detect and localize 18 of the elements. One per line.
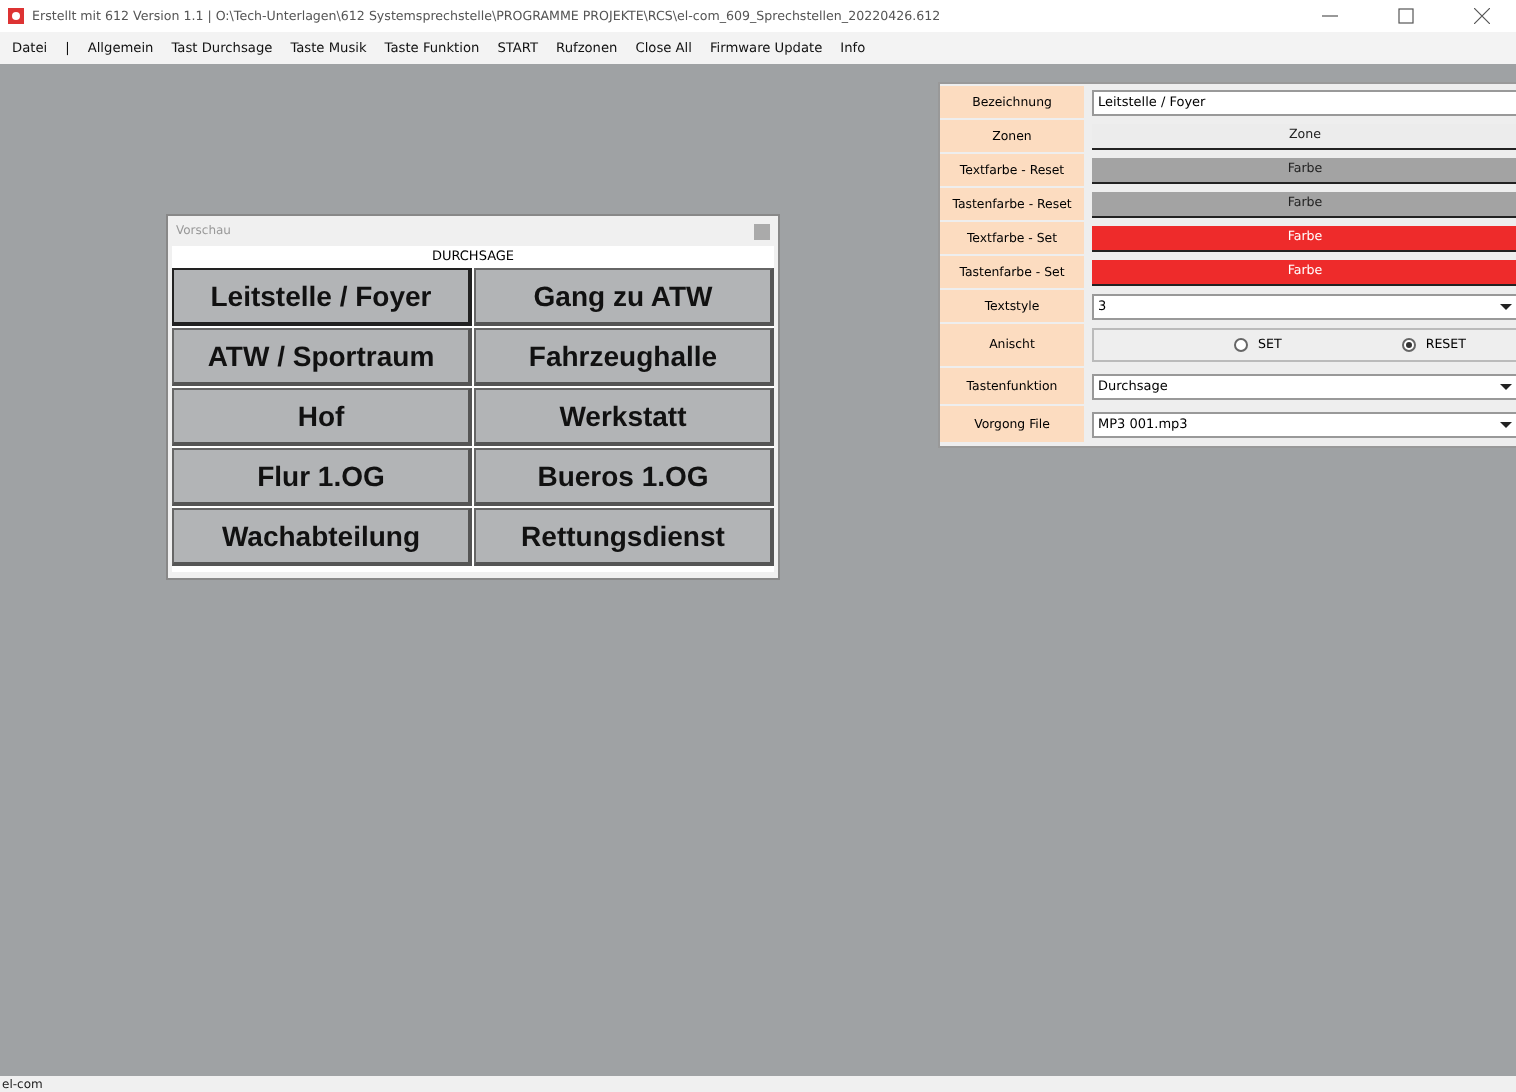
maximize-icon[interactable] xyxy=(1398,8,1414,24)
location-button[interactable]: Rettungsdienst xyxy=(474,508,774,566)
app-icon xyxy=(8,8,24,24)
caret-icon xyxy=(1500,300,1512,312)
location-button[interactable]: Gang zu ATW xyxy=(474,268,774,326)
location-button[interactable]: ATW / Sportraum xyxy=(172,328,472,386)
location-button[interactable]: Werkstatt xyxy=(474,388,774,446)
location-button[interactable]: Leitstelle / Foyer xyxy=(172,268,472,326)
caret-icon xyxy=(1500,418,1512,430)
location-button[interactable]: Wachabteilung xyxy=(172,508,472,566)
caret-icon xyxy=(1500,380,1512,392)
location-button[interactable]: Hof xyxy=(172,388,472,446)
location-button[interactable]: Flur 1.OG xyxy=(172,448,472,506)
close-icon[interactable] xyxy=(1474,8,1490,24)
radio-dot[interactable] xyxy=(1234,338,1248,352)
location-button[interactable]: Fahrzeughalle xyxy=(474,328,774,386)
location-button[interactable]: Bueros 1.OG xyxy=(474,448,774,506)
radio-dot[interactable] xyxy=(1401,338,1416,352)
